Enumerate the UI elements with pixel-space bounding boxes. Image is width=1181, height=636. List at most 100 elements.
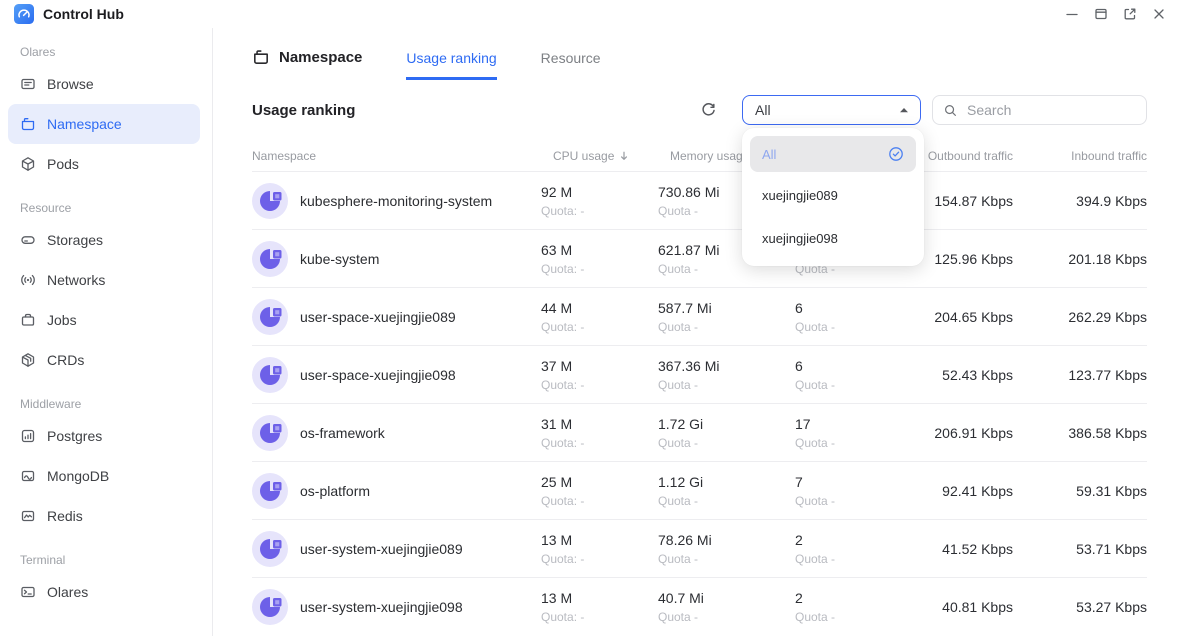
cpu-quota: Quota: -: [541, 552, 658, 566]
cpu-quota: Quota: -: [541, 262, 658, 276]
sidebar-item-storages[interactable]: Storages: [0, 220, 212, 260]
sidebar-item-redis[interactable]: Redis: [0, 496, 212, 536]
namespace-pie-icon: [252, 357, 288, 393]
dropdown-option-label: All: [762, 147, 776, 162]
table-row[interactable]: kube-system 63 M Quota: - 621.87 Mi Quot…: [252, 229, 1147, 287]
sidebar-item-label: Storages: [47, 232, 103, 248]
sort-desc-icon[interactable]: [618, 150, 630, 162]
search-icon: [943, 103, 958, 118]
open-in-new-icon[interactable]: [1122, 6, 1138, 22]
cpu-quota: Quota: -: [541, 610, 658, 624]
sidebar-item-mongodb[interactable]: MongoDB: [0, 456, 212, 496]
table-body: kubesphere-monitoring-system 92 M Quota:…: [252, 171, 1147, 635]
table-row[interactable]: kubesphere-monitoring-system 92 M Quota:…: [252, 171, 1147, 229]
cpu-usage-value: 13 M: [541, 532, 658, 548]
redis-icon: [20, 508, 36, 524]
sidebar-item-namespace[interactable]: Namespace: [8, 104, 200, 144]
memory-quota: Quota -: [658, 378, 795, 392]
memory-usage-value: 78.26 Mi: [658, 532, 795, 548]
pod-quota: Quota -: [795, 610, 905, 624]
table-row[interactable]: user-space-xuejingjie098 37 M Quota: - 3…: [252, 345, 1147, 403]
namespace-name: user-system-xuejingjie089: [298, 541, 541, 557]
sidebar-section-middleware: Middleware: [0, 396, 212, 416]
restore-icon[interactable]: [1093, 6, 1109, 22]
sidebar-item-pods[interactable]: Pods: [0, 144, 212, 184]
memory-usage-value: 367.36 Mi: [658, 358, 795, 374]
pod-count-value: 2: [795, 532, 905, 548]
cpu-quota: Quota: -: [541, 320, 658, 334]
cpu-usage-value: 92 M: [541, 184, 658, 200]
outbound-traffic-value: 40.81 Kbps: [905, 599, 1013, 615]
sidebar-item-crds[interactable]: CRDs: [0, 340, 212, 380]
column-header-cpu[interactable]: CPU usage: [541, 149, 658, 163]
sidebar-item-label: Postgres: [47, 428, 102, 444]
outbound-traffic-value: 52.43 Kbps: [905, 367, 1013, 383]
close-icon[interactable]: [1151, 6, 1167, 22]
tab-resource[interactable]: Resource: [541, 50, 601, 80]
dropdown-option-label: xuejingjie089: [762, 188, 838, 203]
sidebar-item-label: Namespace: [47, 116, 122, 132]
table-row[interactable]: os-platform 25 M Quota: - 1.12 Gi Quota …: [252, 461, 1147, 519]
memory-quota: Quota -: [658, 494, 795, 508]
dropdown-option-all[interactable]: All: [750, 136, 916, 172]
app-logo-icon: [14, 4, 34, 24]
dropdown-option-xuejingjie098[interactable]: xuejingjie098: [742, 217, 924, 260]
title-bar: Control Hub: [0, 0, 1181, 28]
owner-filter-select[interactable]: All: [742, 95, 921, 125]
namespace-name: user-space-xuejingjie098: [298, 367, 541, 383]
column-header-cpu-label: CPU usage: [553, 149, 614, 163]
jobs-icon: [20, 312, 36, 328]
page-title: Namespace: [252, 48, 362, 80]
pod-count-value: 7: [795, 474, 905, 490]
sidebar-section-resource: Resource: [0, 200, 212, 220]
table-row[interactable]: os-framework 31 M Quota: - 1.72 Gi Quota…: [252, 403, 1147, 461]
sidebar-item-postgres[interactable]: Postgres: [0, 416, 212, 456]
cpu-usage-value: 31 M: [541, 416, 658, 432]
sidebar-item-networks[interactable]: Networks: [0, 260, 212, 300]
inbound-traffic-value: 394.9 Kbps: [1013, 193, 1147, 209]
memory-quota: Quota -: [658, 320, 795, 334]
table-header: Namespace CPU usage Memory usage Outboun…: [252, 141, 1147, 171]
pod-count-value: 6: [795, 358, 905, 374]
table-row[interactable]: user-system-xuejingjie098 13 M Quota: - …: [252, 577, 1147, 635]
app-title: Control Hub: [43, 6, 124, 22]
namespace-pie-icon: [252, 299, 288, 335]
minimize-icon[interactable]: [1064, 6, 1080, 22]
search-input[interactable]: [967, 102, 1136, 118]
sidebar-item-browse[interactable]: Browse: [0, 64, 212, 104]
sidebar-item-jobs[interactable]: Jobs: [0, 300, 212, 340]
pod-quota: Quota -: [795, 494, 905, 508]
sidebar-section-olares: Olares: [0, 44, 212, 64]
sidebar-item-label: Browse: [47, 76, 94, 92]
sidebar-item-terminal-olares[interactable]: Olares: [0, 572, 212, 612]
inbound-traffic-value: 201.18 Kbps: [1013, 251, 1147, 267]
column-header-namespace[interactable]: Namespace: [252, 149, 541, 163]
mongodb-icon: [20, 468, 36, 484]
column-header-inbound[interactable]: Inbound traffic: [1013, 149, 1147, 163]
pod-quota: Quota -: [795, 552, 905, 566]
namespace-pie-icon: [252, 473, 288, 509]
dropdown-option-xuejingjie089[interactable]: xuejingjie089: [742, 174, 924, 217]
pod-quota: Quota -: [795, 320, 905, 334]
namespace-pie-icon: [252, 183, 288, 219]
sidebar-item-label: Olares: [47, 584, 88, 600]
owner-filter: All All xuejingjie089 xuejingjie098: [742, 95, 921, 125]
table-row[interactable]: user-system-xuejingjie089 13 M Quota: - …: [252, 519, 1147, 577]
table-row[interactable]: user-space-xuejingjie089 44 M Quota: - 5…: [252, 287, 1147, 345]
namespace-name: os-platform: [298, 483, 541, 499]
section-title: Usage ranking: [252, 102, 700, 119]
memory-usage-value: 1.72 Gi: [658, 416, 795, 432]
sidebar: Olares Browse Namespace Pods Resource St…: [0, 28, 213, 636]
sidebar-item-label: CRDs: [47, 352, 84, 368]
namespace-name: kube-system: [298, 251, 541, 267]
refresh-icon[interactable]: [700, 102, 717, 119]
namespace-name: user-system-xuejingjie098: [298, 599, 541, 615]
namespace-icon: [252, 48, 270, 66]
pod-quota: Quota -: [795, 436, 905, 450]
chevron-up-icon: [899, 107, 909, 113]
postgres-icon: [20, 428, 36, 444]
cpu-quota: Quota: -: [541, 204, 658, 218]
pods-icon: [20, 156, 36, 172]
terminal-icon: [20, 584, 36, 600]
tab-usage-ranking[interactable]: Usage ranking: [406, 50, 496, 80]
